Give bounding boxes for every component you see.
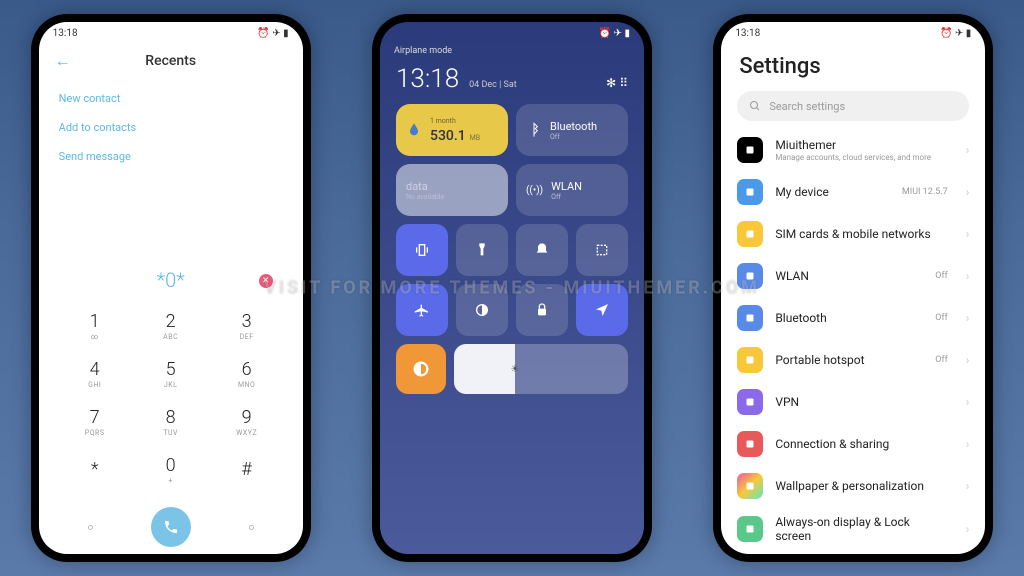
chevron-right-icon: › xyxy=(966,185,970,199)
chevron-right-icon: › xyxy=(966,437,970,451)
settings-item[interactable]: MiuithemerManage accounts, cloud service… xyxy=(737,129,969,171)
settings-item-icon xyxy=(737,473,763,499)
chevron-right-icon: › xyxy=(966,269,970,283)
chevron-right-icon: › xyxy=(966,395,970,409)
keypad-key[interactable]: 7PQRS xyxy=(57,398,133,446)
settings-title: Settings xyxy=(721,44,985,87)
settings-item-icon xyxy=(737,263,763,289)
cc-header-icons[interactable]: ✻ ⠿ xyxy=(606,76,628,90)
phone-settings: 13:18 ⏰ ✈ ▮ Settings Search settings Miu… xyxy=(713,14,993,562)
settings-item[interactable]: My device MIUI 12.5.7 › xyxy=(737,171,969,213)
settings-item-icon xyxy=(737,179,763,205)
bluetooth-tile[interactable]: Bluetooth Off xyxy=(516,104,628,156)
chevron-right-icon: › xyxy=(966,311,970,325)
lock-toggle[interactable] xyxy=(516,284,568,336)
phone-dialer: 13:18 ⏰ ✈ ▮ ← Recents New contactAdd to … xyxy=(31,14,311,562)
status-icons: ⏰ ✈ ▮ xyxy=(940,28,971,39)
status-icons: ⏰ ✈ ▮ xyxy=(257,28,288,39)
status-time: 13:18 xyxy=(735,28,760,39)
keypad-key[interactable]: 5JKL xyxy=(133,350,209,398)
keypad-key[interactable]: 0+ xyxy=(133,446,209,494)
location-toggle[interactable] xyxy=(576,284,628,336)
chevron-right-icon: › xyxy=(966,353,970,367)
keypad-key[interactable]: 3DEF xyxy=(209,302,285,350)
keypad-key[interactable]: 9WXYZ xyxy=(209,398,285,446)
settings-item[interactable]: VPN › xyxy=(737,381,969,423)
cc-date: 04 Dec | Sat xyxy=(469,80,517,90)
status-bar: ⏰ ✈ ▮ xyxy=(380,22,644,44)
search-icon xyxy=(749,100,761,112)
brightness-icon: ☀ xyxy=(510,364,519,375)
keypad-key[interactable]: 4GHI xyxy=(57,350,133,398)
airplane-label: Airplane mode xyxy=(380,44,644,58)
keypad-key[interactable]: 2ABC xyxy=(133,302,209,350)
status-bar: 13:18 ⏰ ✈ ▮ xyxy=(39,22,303,44)
settings-item-icon xyxy=(737,221,763,247)
keypad-key[interactable]: 1∞ xyxy=(57,302,133,350)
dialer-link[interactable]: Send message xyxy=(59,142,283,171)
dialed-number: *0* xyxy=(157,268,185,292)
settings-item-icon xyxy=(737,516,763,542)
keypad-key[interactable]: * xyxy=(57,446,133,494)
settings-item[interactable]: Always-on display & Lock screen › xyxy=(737,507,969,551)
dark-mode-toggle[interactable] xyxy=(456,284,508,336)
status-bar: 13:18 ⏰ ✈ ▮ xyxy=(721,22,985,44)
chevron-right-icon: › xyxy=(966,479,970,493)
settings-item[interactable]: SIM cards & mobile networks › xyxy=(737,213,969,255)
status-icons: ⏰ ✈ ▮ xyxy=(599,28,630,39)
settings-item[interactable]: WLAN Off › xyxy=(737,255,969,297)
menu-dot[interactable] xyxy=(88,525,93,530)
settings-item[interactable]: Wallpaper & personalization › xyxy=(737,465,969,507)
auto-brightness-toggle[interactable] xyxy=(396,344,446,394)
flashlight-toggle[interactable] xyxy=(456,224,508,276)
settings-item-icon xyxy=(737,137,763,163)
keypad-key[interactable]: 6MNO xyxy=(209,350,285,398)
menu-dot[interactable] xyxy=(249,525,254,530)
settings-item[interactable]: Connection & sharing › xyxy=(737,423,969,465)
phone-control-center: ⏰ ✈ ▮ Airplane mode 13:18 04 Dec | Sat ✻… xyxy=(372,14,652,562)
brightness-slider[interactable]: ☀ xyxy=(454,344,628,394)
keypad-key[interactable]: # xyxy=(209,446,285,494)
settings-item-icon xyxy=(737,431,763,457)
airplane-toggle[interactable] xyxy=(396,284,448,336)
mobile-data-tile[interactable]: data No available xyxy=(396,164,508,216)
cc-time: 13:18 xyxy=(396,64,459,94)
chevron-right-icon: › xyxy=(966,227,970,241)
dnd-toggle[interactable] xyxy=(516,224,568,276)
data-usage-tile[interactable]: 1 month 530.1 MB xyxy=(396,104,508,156)
chevron-right-icon: › xyxy=(966,143,970,157)
wlan-tile[interactable]: ((•)) WLAN Off xyxy=(516,164,628,216)
dialer-link[interactable]: New contact xyxy=(59,84,283,113)
vibrate-toggle[interactable] xyxy=(396,224,448,276)
screenshot-toggle[interactable] xyxy=(576,224,628,276)
search-input[interactable]: Search settings xyxy=(737,91,969,121)
settings-item-icon xyxy=(737,389,763,415)
settings-item-icon xyxy=(737,347,763,373)
call-button[interactable] xyxy=(151,507,191,547)
back-icon[interactable]: ← xyxy=(55,51,71,71)
settings-item-icon xyxy=(737,305,763,331)
keypad-key[interactable]: 8TUV xyxy=(133,398,209,446)
wifi-icon: ((•)) xyxy=(526,185,543,196)
dialer-link[interactable]: Add to contacts xyxy=(59,113,283,142)
status-time: 13:18 xyxy=(53,28,78,39)
chevron-right-icon: › xyxy=(966,522,970,536)
settings-item[interactable]: Portable hotspot Off › xyxy=(737,339,969,381)
recents-title: Recents xyxy=(145,53,196,69)
settings-item[interactable]: Bluetooth Off › xyxy=(737,297,969,339)
backspace-icon[interactable]: ✕ xyxy=(259,274,273,288)
